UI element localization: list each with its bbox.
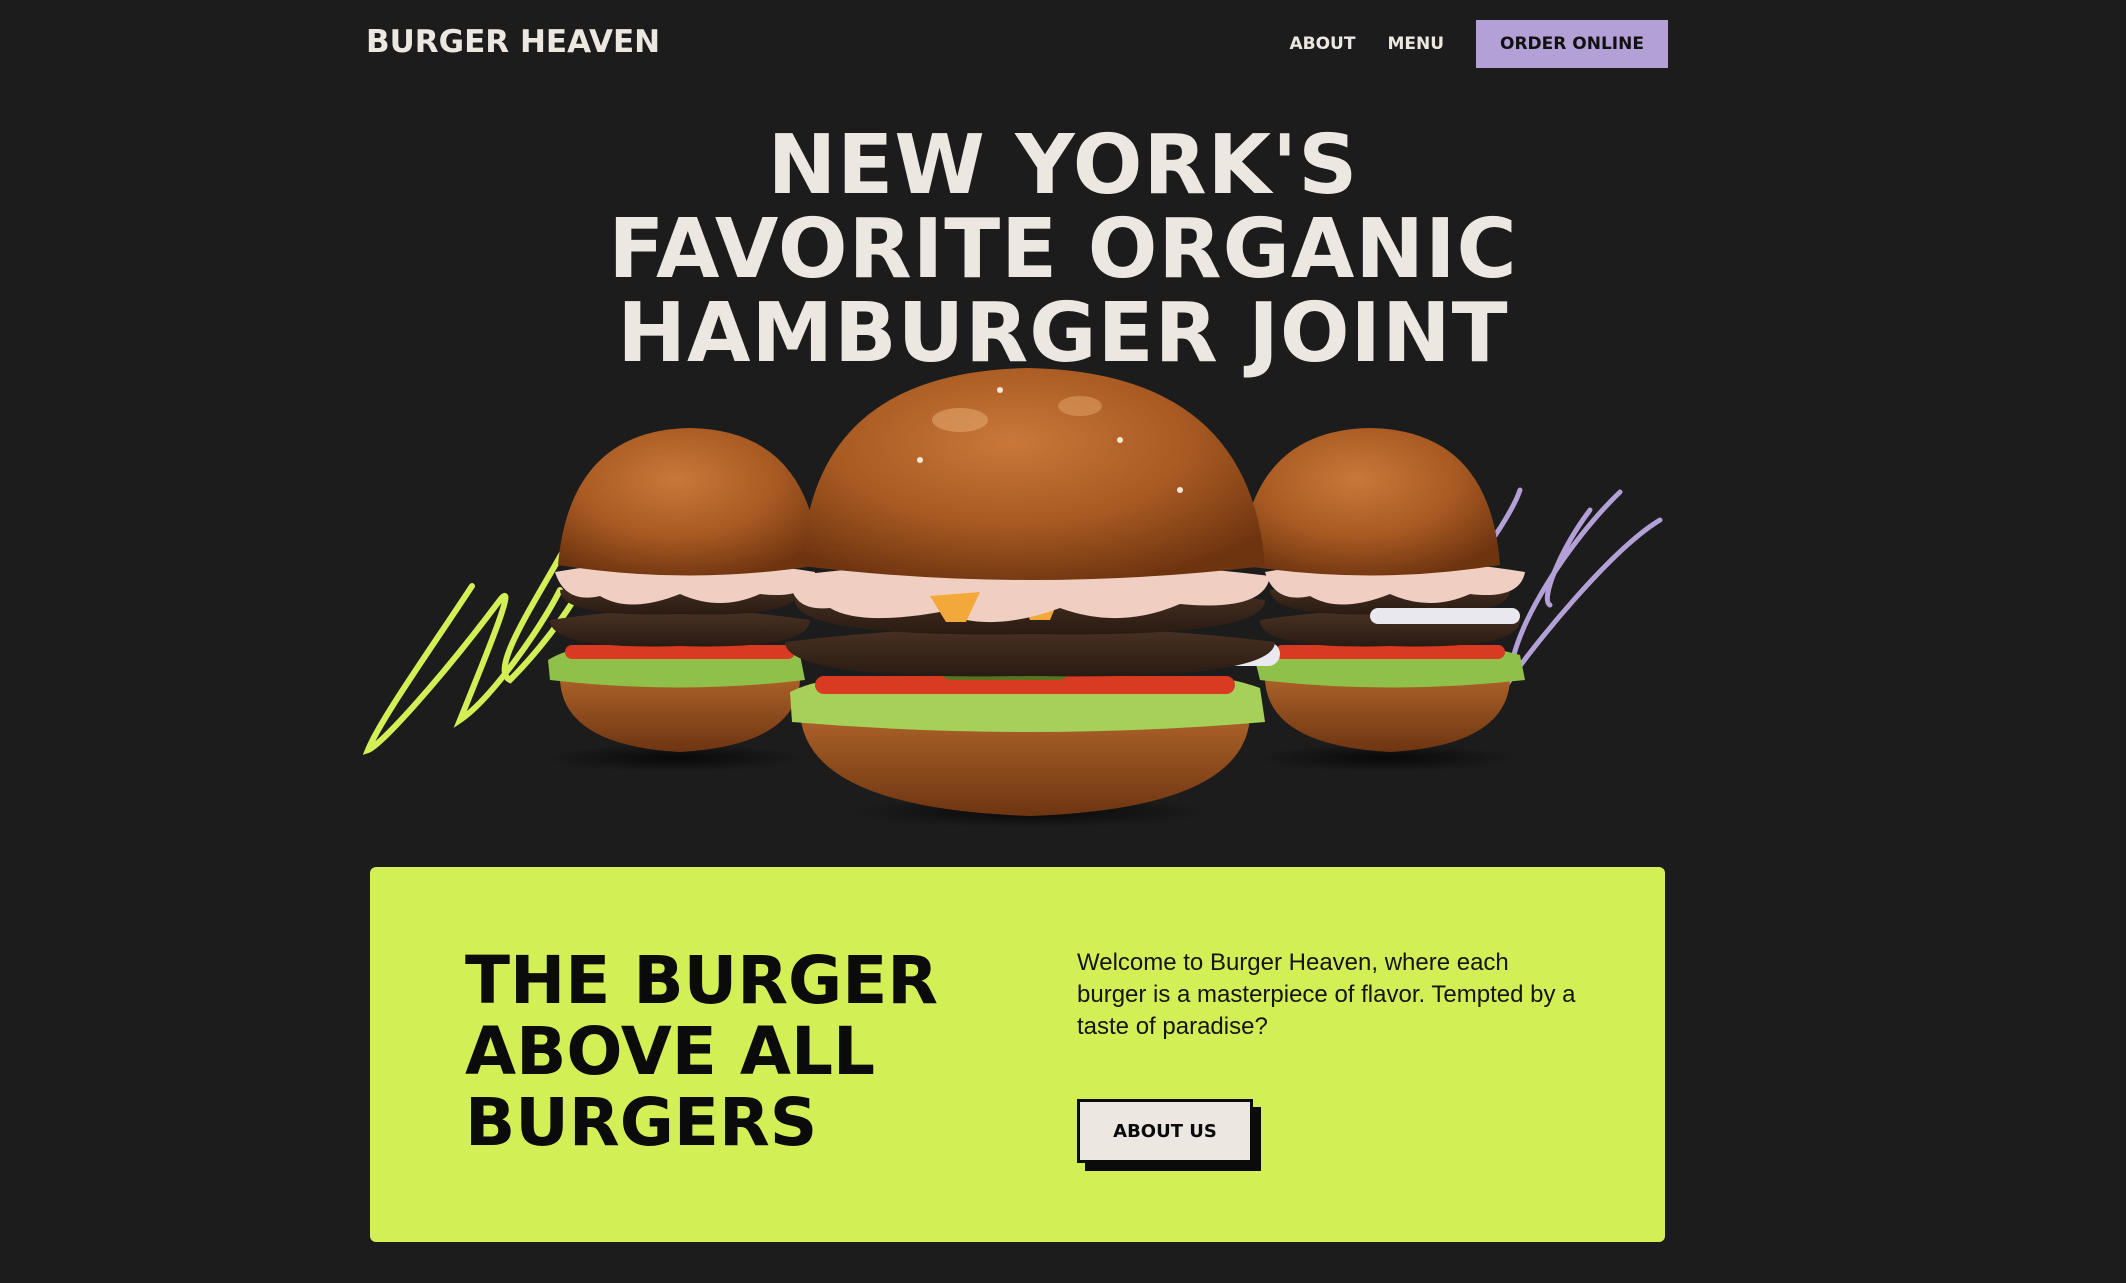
hero-title-line-2: FAVORITE ORGANIC	[608, 202, 1518, 297]
burger-right	[1240, 428, 1525, 772]
order-online-button[interactable]: ORDER ONLINE	[1476, 20, 1668, 68]
main-nav: ABOUT MENU ORDER ONLINE	[1289, 20, 1668, 68]
hero-title: NEW YORK'S FAVORITE ORGANIC HAMBURGER JO…	[0, 124, 2126, 376]
promo-title-line-3: BURGERS	[465, 1084, 818, 1161]
nav-link-about[interactable]: ABOUT	[1289, 34, 1355, 54]
promo-card: THE BURGER ABOVE ALL BURGERS Welcome to …	[370, 867, 1665, 1242]
about-us-button-wrapper: ABOUT US	[1077, 1099, 1261, 1171]
about-us-button[interactable]: ABOUT US	[1077, 1099, 1253, 1163]
hero-title-line-1: NEW YORK'S	[767, 118, 1359, 213]
scribble-lime-icon	[362, 545, 588, 755]
promo-title-line-2: ABOVE ALL	[465, 1013, 876, 1090]
nav-link-menu[interactable]: MENU	[1387, 34, 1444, 54]
promo-title: THE BURGER ABOVE ALL BURGERS	[465, 945, 938, 1158]
promo-description: Welcome to Burger Heaven, where each bur…	[1077, 949, 1576, 1040]
promo-title-line-1: THE BURGER	[465, 942, 939, 1019]
burger-left	[545, 428, 820, 772]
brand-logo[interactable]: BURGER HEAVEN	[366, 24, 660, 60]
burger-center	[785, 368, 1280, 828]
burgers-hero-image	[362, 368, 1663, 828]
